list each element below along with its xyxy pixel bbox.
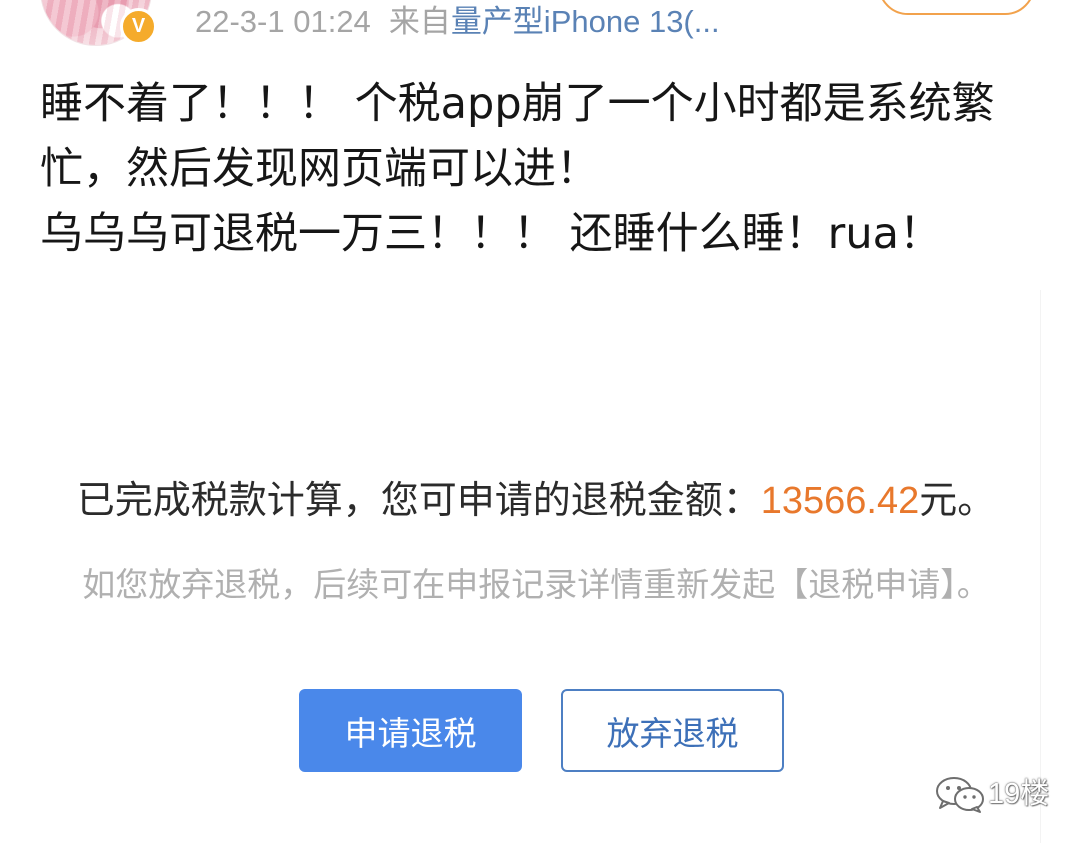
refund-amount: 13566.42 xyxy=(760,480,920,522)
post-meta: 22-3-1 01:24 来自量产型iPhone 13(... xyxy=(195,3,720,41)
post-source-link[interactable]: 量产型iPhone 13(... xyxy=(451,4,720,39)
refund-result-suffix: 元。 xyxy=(919,478,996,522)
post-text-line: 忙，然后发现网页端可以进！ xyxy=(40,144,599,194)
post-text-line: 乌乌乌可退税一万三！！！ 还睡什么睡！rua！ xyxy=(40,209,942,259)
embedded-screenshot[interactable]: 已完成税款计算，您可申请的退税金额：13566.42元。 如您放弃退税，后续可在… xyxy=(0,290,1041,843)
refund-result-text: 已完成税款计算，您可申请的退税金额：13566.42元。 xyxy=(0,474,1072,527)
follow-button[interactable] xyxy=(878,0,1035,15)
weibo-post-screen: V 22-3-1 01:24 来自量产型iPhone 13(... 睡不着了！！！… xyxy=(0,0,1080,843)
post-text-line: 睡不着了！！！ 个税app崩了一个小时都是系统繁 xyxy=(40,79,995,129)
abandon-refund-note: 如您放弃退税，后续可在申报记录详情重新发起【退税申请】。 xyxy=(82,565,990,604)
post-text: 睡不着了！！！ 个税app崩了一个小时都是系统繁 忙，然后发现网页端可以进！ 乌… xyxy=(40,72,1040,267)
watermark: 19楼 xyxy=(934,774,1049,814)
source-prefix: 来自 xyxy=(388,4,451,39)
refund-result-prefix: 已完成税款计算，您可申请的退税金额： xyxy=(76,478,761,522)
verified-badge-letter: V xyxy=(131,15,146,37)
apply-refund-button[interactable]: 申请退税 xyxy=(299,689,522,772)
wechat-icon xyxy=(936,777,984,813)
verified-badge-icon: V xyxy=(120,8,157,45)
abandon-refund-button[interactable]: 放弃退税 xyxy=(561,689,784,772)
watermark-text: 19楼 xyxy=(988,778,1050,810)
post-timestamp: 22-3-1 01:24 xyxy=(195,4,371,39)
